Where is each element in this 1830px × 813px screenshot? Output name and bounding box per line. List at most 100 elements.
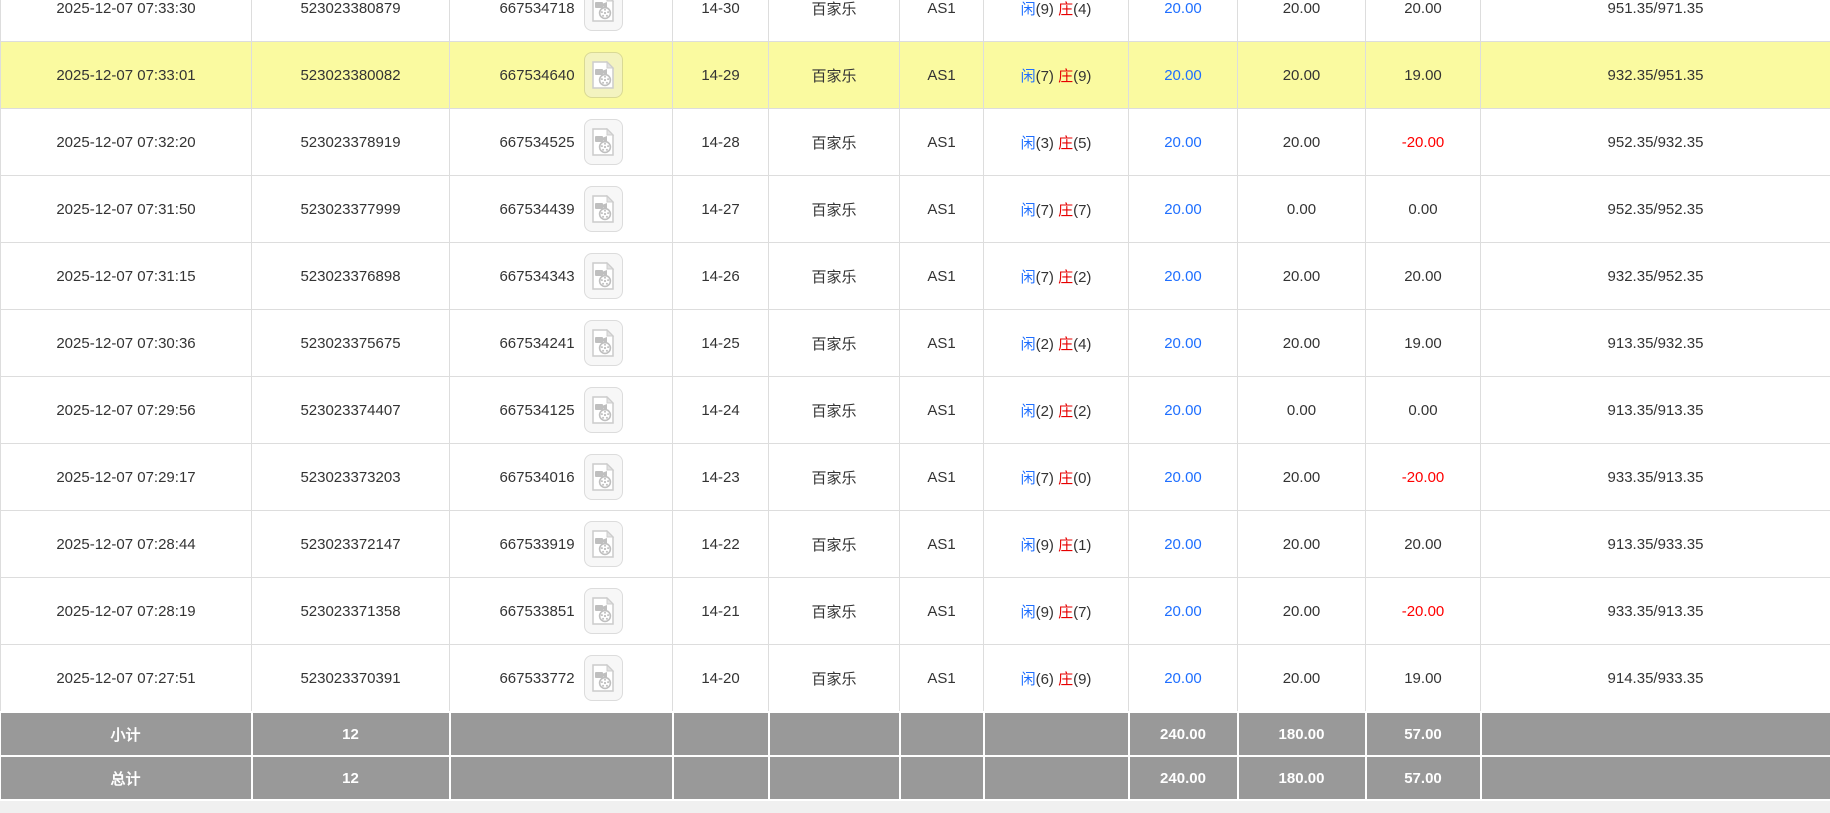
cell-bet-time: 2025-12-07 07:31:50 bbox=[1, 176, 252, 243]
video-replay-button[interactable] bbox=[584, 655, 623, 701]
bet-id: 523023374407 bbox=[300, 402, 400, 419]
win-loss-amount: 19.00 bbox=[1404, 670, 1442, 687]
table-code: AS1 bbox=[927, 134, 955, 151]
balance-before-after: 952.35/932.35 bbox=[1608, 134, 1704, 151]
game-result: 闲(9) 庄(1) bbox=[1021, 537, 1092, 554]
cell-bet-id: 523023370391 bbox=[252, 645, 450, 713]
summary-bet-total: 240.00 bbox=[1129, 756, 1238, 800]
game-round-id: 667534125 bbox=[499, 402, 574, 419]
cell-round-number: 14-27 bbox=[673, 176, 769, 243]
bet-amount-link[interactable]: 20.00 bbox=[1164, 201, 1202, 218]
cell-game-type: 百家乐 bbox=[769, 377, 900, 444]
game-result: 闲(7) 庄(0) bbox=[1021, 470, 1092, 487]
win-loss-amount: 20.00 bbox=[1404, 268, 1442, 285]
cell-game-result: 闲(3) 庄(5) bbox=[984, 109, 1129, 176]
balance-before-after: 913.35/913.35 bbox=[1608, 402, 1704, 419]
bet-time: 2025-12-07 07:31:15 bbox=[56, 268, 195, 285]
cell-valid-amount: 20.00 bbox=[1238, 0, 1366, 42]
video-replay-button[interactable] bbox=[584, 387, 623, 433]
game-type: 百家乐 bbox=[811, 336, 856, 353]
cell-game-type: 百家乐 bbox=[769, 42, 900, 109]
video-replay-button[interactable] bbox=[584, 521, 623, 567]
summary-valid-total: 180.00 bbox=[1279, 726, 1325, 743]
summary-label: 总计 bbox=[1, 756, 252, 800]
valid-amount: 20.00 bbox=[1283, 268, 1321, 285]
bet-amount-link[interactable]: 20.00 bbox=[1164, 268, 1202, 285]
video-replay-button[interactable] bbox=[584, 119, 623, 165]
balance-before-after: 913.35/932.35 bbox=[1608, 335, 1704, 352]
bet-amount-link[interactable]: 20.00 bbox=[1164, 335, 1202, 352]
cell-balance: 951.35/971.35 bbox=[1481, 0, 1830, 42]
summary-empty bbox=[984, 756, 1129, 800]
cell-game-type: 百家乐 bbox=[769, 310, 900, 377]
round-number: 14-20 bbox=[701, 670, 739, 687]
video-replay-button[interactable] bbox=[584, 320, 623, 366]
video-replay-button[interactable] bbox=[584, 253, 623, 299]
cell-game-id: 667534016 bbox=[450, 444, 673, 511]
video-record-icon bbox=[591, 195, 615, 223]
round-number: 14-21 bbox=[701, 603, 739, 620]
game-round-id: 667534525 bbox=[499, 134, 574, 151]
bet-amount-link[interactable]: 20.00 bbox=[1164, 469, 1202, 486]
balance-before-after: 952.35/952.35 bbox=[1608, 201, 1704, 218]
cell-bet-time: 2025-12-07 07:28:44 bbox=[1, 511, 252, 578]
game-type: 百家乐 bbox=[811, 269, 856, 286]
round-number: 14-28 bbox=[701, 134, 739, 151]
cell-game-id: 667534439 bbox=[450, 176, 673, 243]
summary-empty bbox=[1481, 756, 1830, 800]
cell-bet-amount: 20.00 bbox=[1129, 578, 1238, 645]
video-replay-button[interactable] bbox=[584, 588, 623, 634]
table-row: 2025-12-07 07:27:51523023370391667533772… bbox=[1, 645, 1830, 713]
summary-count: 12 bbox=[342, 726, 359, 743]
video-replay-button[interactable] bbox=[584, 0, 623, 31]
table-row: 2025-12-07 07:30:36523023375675667534241… bbox=[1, 310, 1830, 377]
game-type: 百家乐 bbox=[811, 537, 856, 554]
cell-bet-time: 2025-12-07 07:32:20 bbox=[1, 109, 252, 176]
bet-amount-link[interactable]: 20.00 bbox=[1164, 603, 1202, 620]
bet-time: 2025-12-07 07:27:51 bbox=[56, 670, 195, 687]
cell-game-type: 百家乐 bbox=[769, 511, 900, 578]
cell-bet-id: 523023374407 bbox=[252, 377, 450, 444]
cell-valid-amount: 20.00 bbox=[1238, 511, 1366, 578]
video-record-icon bbox=[591, 530, 615, 558]
bet-amount-link[interactable]: 20.00 bbox=[1164, 0, 1202, 17]
cell-table-code: AS1 bbox=[900, 243, 984, 310]
summary-count: 12 bbox=[252, 712, 450, 756]
win-loss-amount: -20.00 bbox=[1402, 469, 1445, 486]
cell-table-code: AS1 bbox=[900, 176, 984, 243]
cell-game-id: 667534125 bbox=[450, 377, 673, 444]
bet-amount-link[interactable]: 20.00 bbox=[1164, 67, 1202, 84]
cell-bet-amount: 20.00 bbox=[1129, 0, 1238, 42]
summary-bet-total: 240.00 bbox=[1129, 712, 1238, 756]
bet-amount-link[interactable]: 20.00 bbox=[1164, 536, 1202, 553]
banker-label: 庄 bbox=[1058, 1, 1073, 18]
bet-amount-link[interactable]: 20.00 bbox=[1164, 402, 1202, 419]
round-number: 14-29 bbox=[701, 67, 739, 84]
win-loss-amount: 0.00 bbox=[1408, 402, 1437, 419]
bet-amount-link[interactable]: 20.00 bbox=[1164, 134, 1202, 151]
player-label: 闲 bbox=[1021, 135, 1036, 152]
video-replay-button[interactable] bbox=[584, 52, 623, 98]
cell-balance: 952.35/932.35 bbox=[1481, 109, 1830, 176]
bet-id: 523023372147 bbox=[300, 536, 400, 553]
table-row: 2025-12-07 07:31:15523023376898667534343… bbox=[1, 243, 1830, 310]
video-record-icon bbox=[591, 0, 615, 22]
banker-label: 庄 bbox=[1058, 202, 1073, 219]
cell-balance: 913.35/933.35 bbox=[1481, 511, 1830, 578]
cell-table-code: AS1 bbox=[900, 377, 984, 444]
cell-game-result: 闲(7) 庄(0) bbox=[984, 444, 1129, 511]
balance-before-after: 933.35/913.35 bbox=[1608, 603, 1704, 620]
cell-bet-id: 523023371358 bbox=[252, 578, 450, 645]
cell-game-result: 闲(6) 庄(9) bbox=[984, 645, 1129, 713]
video-replay-button[interactable] bbox=[584, 186, 623, 232]
balance-before-after: 913.35/933.35 bbox=[1608, 536, 1704, 553]
summary-empty bbox=[1481, 712, 1830, 756]
cell-bet-time: 2025-12-07 07:31:15 bbox=[1, 243, 252, 310]
win-loss-amount: 20.00 bbox=[1404, 536, 1442, 553]
bet-id: 523023373203 bbox=[300, 469, 400, 486]
bet-amount-link[interactable]: 20.00 bbox=[1164, 670, 1202, 687]
table-row: 2025-12-07 07:31:50523023377999667534439… bbox=[1, 176, 1830, 243]
cell-valid-amount: 20.00 bbox=[1238, 42, 1366, 109]
cell-win-loss: -20.00 bbox=[1366, 109, 1481, 176]
video-replay-button[interactable] bbox=[584, 454, 623, 500]
